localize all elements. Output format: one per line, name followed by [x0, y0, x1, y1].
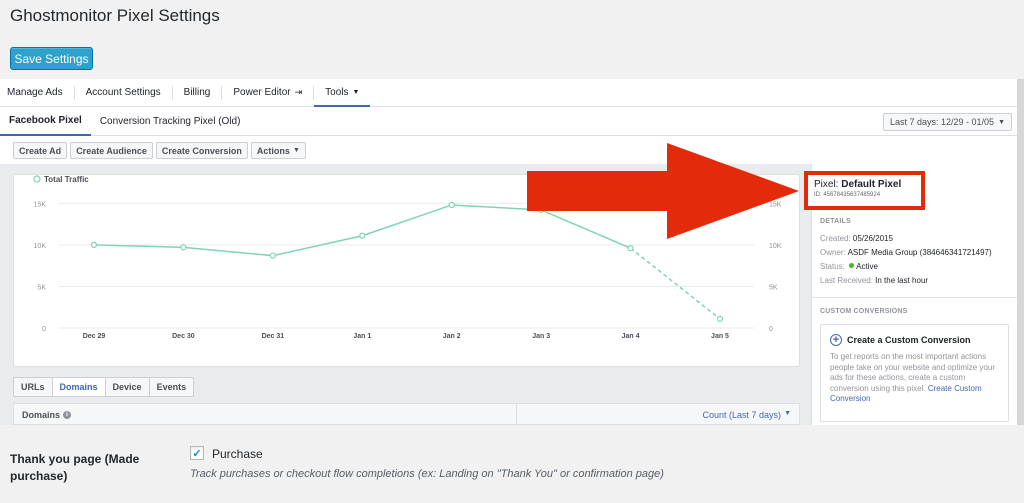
y-tick-label-left: 10K: [34, 243, 47, 250]
domains-table-header: Domains i Count (Last 7 days) ▼: [13, 403, 800, 425]
y-tick-label-left: 15K: [34, 201, 47, 208]
y-tick-label-left: 0: [42, 326, 46, 333]
x-tick-label: Dec 31: [262, 333, 285, 340]
column-divider: [516, 404, 517, 425]
status-dot-icon: [849, 263, 855, 268]
domains-column-header: Domains i: [22, 410, 72, 420]
caret-down-icon: ▼: [998, 118, 1005, 126]
domains-header-label: Domains: [22, 410, 61, 420]
custom-conversion-card: + Create a Custom Conversion To get repor…: [820, 324, 1009, 422]
custom-conversions-heading: CUSTOM CONVERSIONS: [820, 308, 908, 315]
create-custom-conversion-header[interactable]: + Create a Custom Conversion: [830, 334, 999, 346]
tab-domains[interactable]: Domains: [51, 377, 106, 397]
data-point: [359, 232, 366, 239]
data-point: [90, 241, 98, 248]
red-arrow-annotation: [527, 143, 799, 239]
last-received-value: In the last hour: [875, 276, 929, 285]
x-tick-label: Jan 5: [711, 333, 729, 340]
tab-device[interactable]: Device: [104, 377, 150, 397]
count-header-label: Count (Last 7 days): [702, 410, 782, 420]
status-value: Active: [856, 262, 878, 271]
pixel-highlight-box: Pixel: Default Pixel ID: 456784356374859…: [804, 171, 925, 210]
x-tick-label: Jan 1: [353, 333, 371, 340]
plus-icon: +: [830, 334, 842, 346]
nav-manage-ads[interactable]: Manage Ads: [0, 85, 75, 100]
status-line: Status: Active: [820, 262, 878, 271]
x-tick-label: Dec 29: [83, 333, 106, 340]
nav-tools-label: Tools: [325, 87, 349, 98]
info-icon[interactable]: i: [63, 411, 72, 419]
legend-label: Total Traffic: [44, 175, 89, 184]
table-tabs: URLs Domains Device Events: [13, 377, 195, 397]
facebook-pixel-frame: Manage Ads Account Settings Billing Powe…: [0, 79, 1017, 425]
purchase-description: Track purchases or checkout flow complet…: [190, 468, 664, 480]
frame-scrollbar[interactable]: [1017, 79, 1024, 425]
tab-events[interactable]: Events: [148, 377, 195, 397]
date-range-select[interactable]: Last 7 days: 12/29 - 01/05 ▼: [882, 113, 1012, 131]
legend-marker: [33, 175, 41, 183]
tab-facebook-pixel[interactable]: Facebook Pixel: [0, 108, 91, 136]
created-label: Created:: [820, 234, 853, 243]
count-column-header[interactable]: Count (Last 7 days) ▼: [703, 410, 791, 420]
pixel-prefix: Pixel:: [814, 179, 842, 190]
owner-line: Owner: ASDF Media Group (384646341721497…: [820, 248, 992, 257]
page-title: Ghostmonitor Pixel Settings: [10, 6, 220, 25]
nav-power-editor[interactable]: Power Editor ⇥: [222, 85, 315, 100]
data-point: [716, 315, 724, 322]
pixel-id: ID: 456784356374859​24: [814, 192, 881, 198]
pixel-name: Pixel: Default Pixel: [814, 179, 915, 190]
x-tick-label: Jan 4: [622, 333, 640, 340]
create-audience-button[interactable]: Create Audience: [70, 142, 153, 159]
actions-dropdown[interactable]: Actions ▼: [250, 142, 306, 159]
actions-label: Actions: [256, 145, 290, 156]
owner-label: Owner:: [820, 248, 848, 257]
thank-you-page-label: Thank you page (Made purchase): [10, 452, 140, 483]
series-line-projected: [630, 247, 721, 320]
y-tick-label-right: 10K: [769, 243, 782, 250]
data-point: [180, 244, 187, 251]
pixel-subtabs: Facebook Pixel Conversion Tracking Pixel…: [0, 108, 1017, 136]
date-range-label: Last 7 days: 12/29 - 01/05: [889, 117, 995, 127]
x-tick-label: Jan 3: [532, 333, 550, 340]
checkmark-icon: ✓: [192, 447, 202, 460]
data-point: [269, 252, 276, 259]
data-point: [627, 245, 634, 252]
nav-tools[interactable]: Tools ▼: [314, 79, 371, 107]
arrow-shape: [527, 143, 799, 239]
cc-title: Create a Custom Conversion: [847, 335, 971, 345]
last-received-line: Last Received: In the last hour: [820, 276, 928, 285]
caret-down-icon: ▼: [352, 89, 360, 96]
pixel-name-value: Default Pixel: [841, 179, 902, 190]
pixel-side-panel: DETAILS Created: 05/26/2015 Owner: ASDF …: [804, 164, 1017, 425]
purchase-label: Purchase: [212, 447, 263, 461]
y-tick-label-right: 5K: [769, 284, 778, 291]
created-line: Created: 05/26/2015: [820, 234, 893, 243]
nav-power-editor-label: Power Editor: [233, 87, 291, 98]
y-tick-label-right: 0: [769, 326, 773, 333]
nav-billing[interactable]: Billing: [173, 85, 223, 100]
caret-down-icon: ▼: [784, 410, 791, 417]
external-link-icon: ⇥: [294, 87, 303, 97]
save-settings-button[interactable]: Save Settings: [10, 47, 93, 70]
top-nav: Manage Ads Account Settings Billing Powe…: [0, 79, 1017, 107]
tab-urls[interactable]: URLs: [13, 377, 53, 397]
tab-conversion-tracking-pixel[interactable]: Conversion Tracking Pixel (Old): [91, 108, 250, 136]
details-heading: DETAILS: [820, 218, 851, 225]
status-label: Status:: [820, 262, 848, 271]
purchase-checkbox[interactable]: ✓: [190, 446, 204, 460]
last-received-label: Last Received:: [820, 276, 876, 285]
action-buttons: Create Ad Create Audience Create Convers…: [13, 142, 306, 159]
y-tick-label-left: 5K: [37, 284, 46, 291]
created-value: 05/26/2015: [852, 234, 893, 243]
data-point: [448, 201, 455, 209]
nav-account-settings[interactable]: Account Settings: [75, 85, 173, 100]
owner-value: ASDF Media Group (384646341721497): [847, 248, 992, 257]
x-tick-label: Dec 30: [172, 333, 195, 340]
create-ad-button[interactable]: Create Ad: [13, 142, 68, 159]
cc-description: To get reports on the most important act…: [830, 352, 999, 405]
x-tick-label: Jan 2: [443, 333, 461, 340]
panel-divider: [812, 297, 1017, 298]
caret-down-icon: ▼: [292, 147, 300, 154]
create-conversion-button[interactable]: Create Conversion: [155, 142, 248, 159]
